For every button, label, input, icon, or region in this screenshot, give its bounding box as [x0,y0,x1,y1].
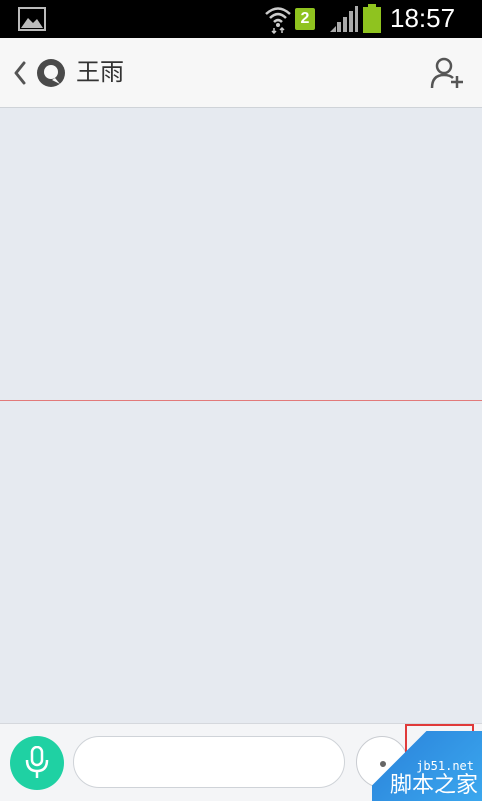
voice-input-button[interactable] [10,736,64,790]
chat-header: 王雨 [0,38,482,108]
sim-slot-badge: 2 [295,8,315,30]
contact-name: 王雨 [76,58,124,86]
microphone-icon [25,746,49,778]
add-person-icon[interactable] [430,56,466,94]
battery-icon [362,4,384,38]
chevron-left-icon[interactable] [12,61,28,89]
emoji-button[interactable] [356,736,408,788]
gallery-notification-icon [18,7,46,35]
avatar[interactable] [36,58,66,92]
chat-message-area[interactable] [0,108,482,723]
status-bar: 2 18:57 [0,0,482,38]
wifi-icon [264,4,292,38]
message-input[interactable] [73,736,345,788]
status-time: 18:57 [390,3,456,33]
signal-strength-icon [328,6,358,36]
divider-line [0,400,482,401]
highlight-annotation-box [405,724,474,784]
emoji-icon [380,761,386,767]
